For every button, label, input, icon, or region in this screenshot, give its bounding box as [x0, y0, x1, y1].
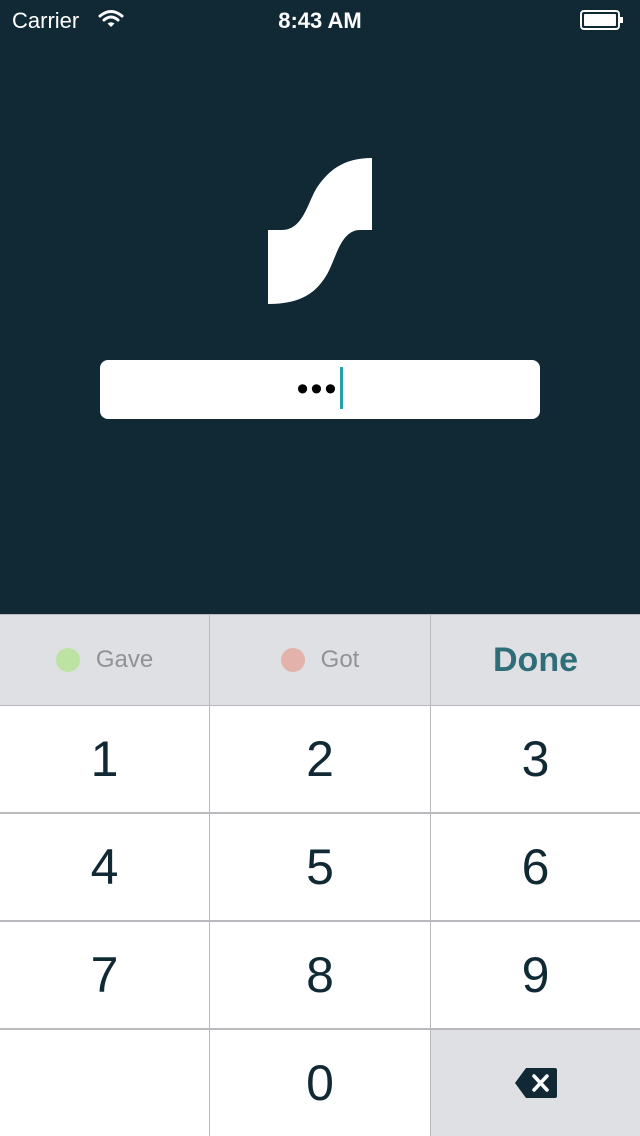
- gave-toggle[interactable]: Gave: [0, 615, 209, 705]
- top-panel: Carrier 8:43 AM •••: [0, 0, 640, 614]
- key-label: 6: [521, 839, 550, 895]
- done-button[interactable]: Done: [431, 615, 640, 705]
- key-0[interactable]: 0: [210, 1030, 430, 1136]
- done-label: Done: [493, 640, 578, 679]
- status-time: 8:43 AM: [278, 8, 362, 33]
- passcode-field[interactable]: •••: [100, 360, 540, 419]
- key-6[interactable]: 6: [431, 814, 640, 920]
- passcode-value: •••: [296, 370, 339, 408]
- backspace-icon: [514, 1068, 557, 1098]
- status-bar: Carrier 8:43 AM: [0, 0, 640, 40]
- key-7[interactable]: 7: [0, 922, 209, 1028]
- battery-icon: [580, 10, 623, 30]
- key-label: 4: [90, 839, 119, 895]
- key-label: 8: [306, 947, 334, 1003]
- key-blank: [0, 1030, 209, 1136]
- swish-logo-icon: [268, 158, 372, 304]
- gave-dot-icon: [55, 648, 80, 672]
- key-label: 1: [90, 731, 119, 787]
- backspace-button[interactable]: [431, 1030, 640, 1136]
- key-label: 3: [521, 731, 550, 787]
- key-label: 7: [90, 947, 119, 1003]
- key-9[interactable]: 9: [431, 922, 640, 1028]
- key-5[interactable]: 5: [210, 814, 430, 920]
- key-4[interactable]: 4: [0, 814, 209, 920]
- gave-label: Gave: [95, 646, 154, 673]
- key-1[interactable]: 1: [0, 706, 209, 812]
- number-keypad: Gave Got Done 1 2 3 4 5 6 7 8 9 0: [0, 614, 640, 1136]
- key-label: 9: [521, 947, 550, 1003]
- text-caret: [340, 367, 344, 410]
- key-2[interactable]: 2: [210, 706, 430, 812]
- key-label: 0: [306, 1055, 334, 1111]
- key-label: 5: [306, 839, 334, 895]
- key-8[interactable]: 8: [210, 922, 430, 1028]
- got-toggle[interactable]: Got: [210, 615, 430, 705]
- got-label: Got: [320, 646, 360, 673]
- key-label: 2: [306, 731, 334, 787]
- got-dot-icon: [280, 648, 305, 672]
- key-3[interactable]: 3: [431, 706, 640, 812]
